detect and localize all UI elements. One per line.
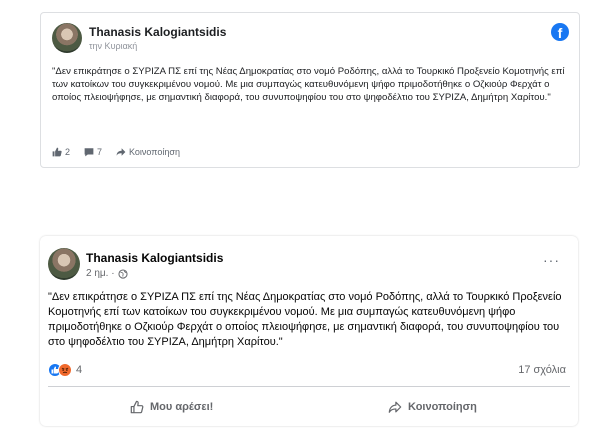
share-label: Κοινοποίηση <box>129 147 180 157</box>
author-name[interactable]: Thanasis Kalogiantsidis <box>86 251 223 265</box>
like-count-button[interactable]: 2 <box>52 147 70 157</box>
reactions-count: 4 <box>76 364 83 376</box>
comment-count-button[interactable]: 7 <box>84 147 102 157</box>
share-button[interactable]: Κοινοποίηση <box>116 147 180 157</box>
native-post-card: Thanasis Kalogiantsidis 2 ημ. · ··· "Δεν… <box>40 236 578 426</box>
actions-divider <box>48 386 570 387</box>
post-actions: 2 7 Κοινοποίηση <box>52 147 188 157</box>
more-options-icon[interactable]: ··· <box>543 253 560 267</box>
post-text: "Δεν επικράτησε ο ΣΥΡΙΖΑ ΠΣ επί της Νέας… <box>52 66 565 103</box>
share-label: Κοινοποίηση <box>408 401 477 413</box>
author-avatar[interactable] <box>52 23 82 53</box>
thumbs-up-icon <box>130 400 144 414</box>
author-avatar[interactable] <box>48 248 80 280</box>
comments-count-link[interactable]: 17 σχόλια <box>518 364 566 376</box>
facebook-logo-icon[interactable]: f <box>551 23 569 41</box>
like-label: Μου αρέσει! <box>150 401 214 413</box>
post-time[interactable]: 2 ημ. · <box>86 268 115 279</box>
like-button[interactable]: Μου αρέσει! <box>130 396 213 418</box>
like-count: 2 <box>65 147 71 157</box>
share-icon <box>116 148 126 156</box>
angry-reaction-icon <box>58 363 72 377</box>
thumbs-up-icon <box>52 147 62 157</box>
comment-icon <box>84 148 94 157</box>
embedded-post-card: Thanasis Kalogiantsidis την Κυριακή f "Δ… <box>40 12 580 168</box>
share-button[interactable]: Κοινοποίηση <box>388 396 477 418</box>
post-meta: 2 ημ. · <box>86 268 128 279</box>
author-name[interactable]: Thanasis Kalogiantsidis <box>89 25 226 39</box>
globe-icon <box>118 268 128 279</box>
post-time[interactable]: την Κυριακή <box>89 41 137 51</box>
post-text: "Δεν επικράτησε ο ΣΥΡΙΖΑ ΠΣ επί της Νέας… <box>48 291 562 348</box>
comment-count: 7 <box>97 147 103 157</box>
share-icon <box>388 401 402 413</box>
reactions-summary[interactable]: 4 <box>48 363 82 377</box>
